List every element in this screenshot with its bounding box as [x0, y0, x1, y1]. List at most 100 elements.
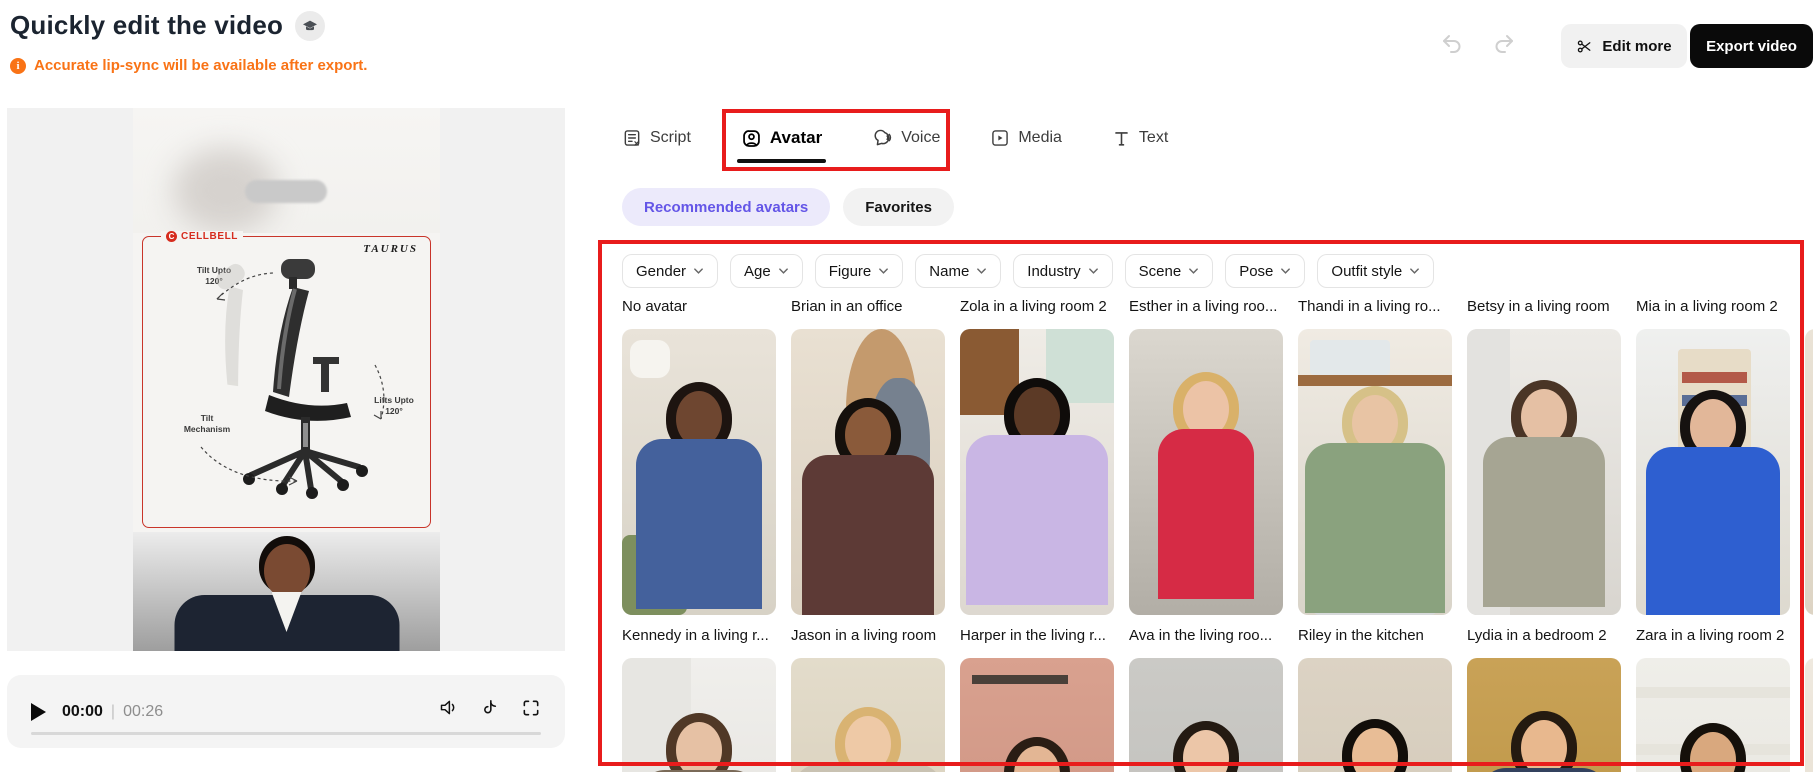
avatar-cell: Thandi in a living ro...	[1298, 298, 1452, 615]
avatar-card[interactable]	[1129, 329, 1283, 615]
header: Quickly edit the video	[10, 10, 326, 41]
tab-media[interactable]: Media	[990, 128, 1062, 148]
filter-name[interactable]: Name	[915, 254, 1002, 288]
lipsync-notice-text: Accurate lip-sync will be available afte…	[34, 57, 368, 74]
avatar-label: Kennedy in a living r...	[622, 627, 769, 644]
filter-label: Scene	[1138, 262, 1182, 280]
avatar-cell: Harper in the living r...	[960, 627, 1114, 772]
presenter-avatar-strip	[133, 532, 440, 651]
figure-torso	[1646, 447, 1780, 615]
avatar-card[interactable]	[1636, 658, 1790, 772]
tab-script[interactable]: Script	[622, 128, 691, 148]
avatar-label: No avatar	[622, 298, 688, 315]
ad-frame: C CELLBELL TAURUS Tilt Upto 120° Lifts Up…	[142, 231, 431, 528]
play-button[interactable]	[31, 702, 46, 721]
chevron-down-icon	[879, 268, 889, 274]
avatar-card[interactable]	[1467, 658, 1621, 772]
avatar-card[interactable]	[791, 329, 945, 615]
figure-torso	[1305, 443, 1445, 613]
tab-voice[interactable]: Voice	[872, 128, 940, 149]
avatar-card[interactable]	[960, 329, 1114, 615]
avatar-label: Mia in a living room 2	[1636, 298, 1778, 315]
filter-label: Age	[744, 262, 771, 280]
avatar-card[interactable]	[1805, 658, 1813, 772]
blurred-pill	[245, 180, 327, 203]
voice-icon	[874, 129, 892, 145]
avatar-card[interactable]	[1467, 329, 1621, 615]
tab-avatar[interactable]: Avatar	[736, 128, 827, 163]
avatar-cell: No avatar	[622, 298, 776, 615]
avatar-card[interactable]	[791, 658, 945, 772]
filters-row: Gender Age Figure Name Industry Scene Pose Outf…	[622, 254, 1435, 288]
avatar-figure	[1467, 329, 1621, 615]
video-top-section	[133, 108, 440, 233]
chevron-down-icon	[1088, 268, 1098, 274]
avatar-card[interactable]	[1636, 329, 1790, 615]
avatar-card[interactable]	[622, 658, 776, 772]
filter-age[interactable]: Age	[730, 254, 803, 288]
chevron-down-icon	[778, 268, 788, 274]
filter-industry[interactable]: Industry	[1013, 254, 1113, 288]
avatar-figure	[1636, 658, 1790, 772]
avatar-cell: Jason in a living room	[791, 627, 945, 772]
filter-pose[interactable]: Pose	[1225, 254, 1306, 288]
seek-bar[interactable]	[31, 732, 541, 735]
video-preview[interactable]: C CELLBELL TAURUS Tilt Upto 120° Lifts Up…	[133, 108, 440, 651]
tiktok-icon[interactable]	[480, 697, 500, 718]
avatar-cell: Lydia in a bedroom 2	[1467, 627, 1621, 772]
edit-more-button[interactable]: Edit more	[1561, 24, 1687, 68]
avatar-figure	[791, 329, 945, 615]
avatar-card[interactable]	[960, 658, 1114, 772]
filter-figure[interactable]: Figure	[814, 254, 904, 288]
chair-illustration	[200, 259, 385, 499]
lipsync-notice: i Accurate lip-sync will be available af…	[10, 57, 367, 74]
chevron-down-icon	[1410, 268, 1420, 274]
time-display: 00:00 | 00:26	[62, 703, 163, 721]
avatar-cell	[1805, 298, 1813, 615]
filter-label: Outfit style	[1331, 262, 1403, 280]
avatar-label: Ava in the living roo...	[1129, 627, 1273, 644]
avatar-card[interactable]	[1298, 329, 1452, 615]
figure-face	[1521, 720, 1567, 772]
tutorial-button[interactable]	[295, 10, 326, 41]
avatar-figure	[1298, 329, 1452, 615]
avatar-label: Zara in a living room 2	[1636, 627, 1785, 644]
presenter-face	[263, 544, 310, 598]
subtab-favorites[interactable]: Favorites	[843, 188, 954, 226]
avatar-cell: Riley in the kitchen	[1298, 627, 1452, 772]
filter-outfit-style[interactable]: Outfit style	[1317, 254, 1435, 288]
graduation-cap-icon	[303, 20, 318, 30]
avatar-figure	[960, 658, 1114, 772]
filter-label: Name	[929, 262, 970, 280]
avatar-label: Betsy in a living room	[1467, 298, 1610, 315]
avatar-card[interactable]	[1805, 329, 1813, 615]
volume-icon[interactable]	[438, 697, 459, 718]
avatar-figure	[1636, 329, 1790, 615]
redo-icon[interactable]	[1492, 32, 1516, 56]
fullscreen-icon[interactable]	[521, 698, 541, 718]
subtab-recommended-avatars[interactable]: Recommended avatars	[622, 188, 831, 226]
avatar-card[interactable]	[1298, 658, 1452, 772]
figure-torso	[966, 435, 1108, 605]
export-video-button[interactable]: Export video	[1690, 24, 1813, 68]
filter-gender[interactable]: Gender	[622, 254, 719, 288]
avatar-card[interactable]	[622, 329, 776, 615]
figure-torso	[793, 764, 943, 772]
avatar-figure	[622, 329, 776, 615]
undo-icon[interactable]	[1440, 32, 1464, 56]
avatar-label	[1805, 627, 1813, 649]
chevron-down-icon	[1281, 268, 1291, 274]
avatar-figure	[1298, 658, 1452, 772]
chevron-down-icon	[977, 268, 987, 274]
avatar-row-1: No avatar Brian in an office Zola in a liv…	[622, 298, 1813, 615]
avatar-cell: Ava in the living roo...	[1129, 627, 1283, 772]
filter-scene[interactable]: Scene	[1124, 254, 1214, 288]
tab-text[interactable]: Text	[1112, 129, 1168, 148]
figure-torso	[1483, 437, 1605, 607]
total-time: 00:26	[123, 702, 164, 720]
avatar-cell: Zara in a living room 2	[1636, 627, 1790, 772]
avatar-card[interactable]	[1129, 658, 1283, 772]
history-controls	[1440, 32, 1516, 56]
chair-ad-section: C CELLBELL TAURUS Tilt Upto 120° Lifts Up…	[133, 231, 440, 532]
avatar-label: Lydia in a bedroom 2	[1467, 627, 1607, 644]
